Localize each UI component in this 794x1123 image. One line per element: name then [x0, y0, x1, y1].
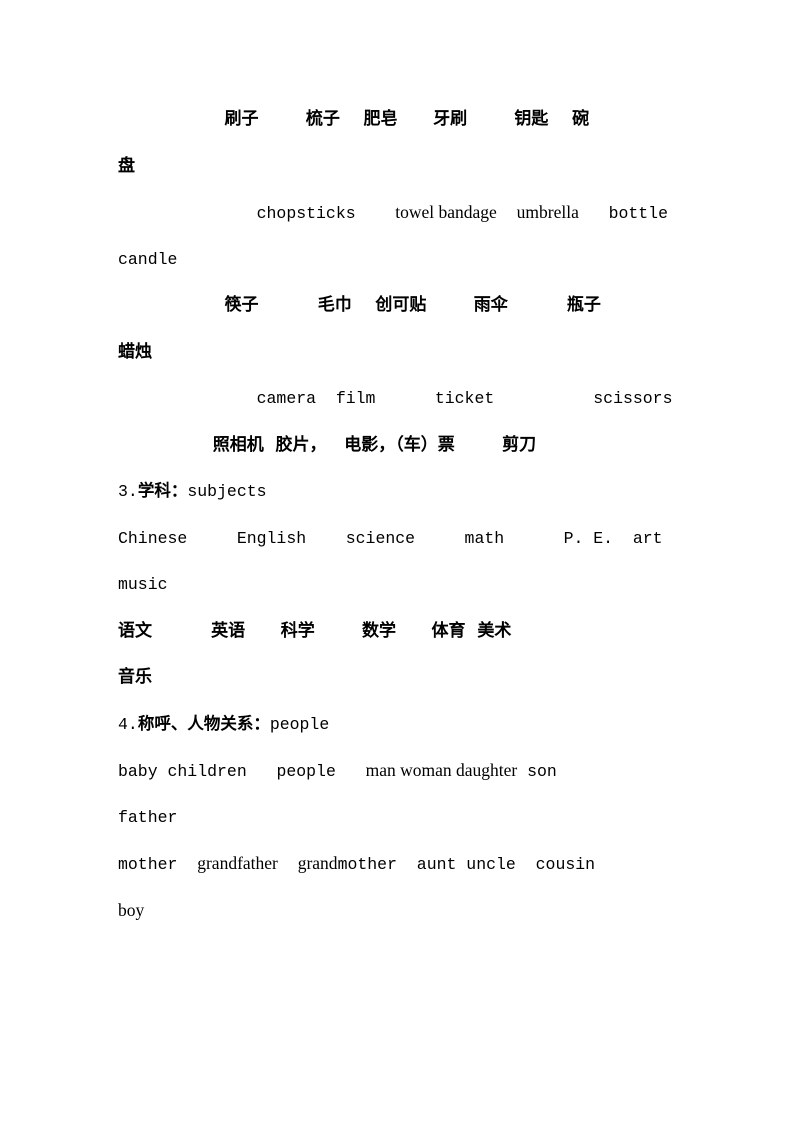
text-line-7: camera film ticket scissors	[118, 375, 678, 422]
document-body: 刷子 梳子 肥皂 牙刷 钥匙 碗 盘 chopsticks towel band…	[118, 96, 678, 933]
line-7-english-terms: camera film ticket scissors	[118, 389, 673, 408]
line-15-gap-2	[336, 762, 366, 781]
line-15-gap-3	[517, 762, 527, 781]
text-line-15: baby children people man woman daughter …	[118, 747, 678, 794]
line-2-chinese-continuation: 盘	[118, 155, 135, 176]
line-8-chinese-terms: 照相机 胶片， 电影，（车）票 剪刀	[118, 434, 537, 455]
word-father: father	[118, 807, 178, 827]
text-line-1: 刷子 梳子 肥皂 牙刷 钥匙 碗	[118, 96, 678, 143]
heading-subjects-english: subjects	[187, 482, 267, 501]
word-music-chinese: 音乐	[118, 667, 152, 687]
heading-people-english: people	[269, 714, 330, 734]
text-line-8: 照相机 胶片， 电影，（车）票 剪刀	[118, 422, 678, 469]
document-page: 刷子 梳子 肥皂 牙刷 钥匙 碗 盘 chopsticks towel band…	[0, 0, 794, 1123]
line-17-gap-3	[397, 855, 417, 874]
word-candle: candle	[118, 249, 178, 269]
line-3-gap-1	[356, 204, 396, 223]
text-line-16: father	[118, 794, 678, 841]
text-line-4: candle	[118, 236, 678, 283]
word-cousin: cousin	[535, 855, 596, 874]
word-boy: boy	[118, 899, 145, 920]
word-music: music	[118, 575, 168, 594]
text-line-10: Chinese English science math P. E. art	[118, 515, 678, 562]
word-grandmother-prefix: grand	[297, 853, 338, 873]
line-15-gap-1	[247, 762, 277, 781]
word-aunt-uncle: aunt uncle	[416, 855, 516, 874]
line-12-subject-terms-chinese: 语文 英语 科学 数学 体育 美术	[118, 620, 512, 641]
word-man-woman-daughter: man woman daughter	[365, 760, 518, 780]
word-people: people	[276, 762, 336, 781]
line-5-chinese-terms: 筷子 毛巾 创可贴 雨伞 瓶子	[118, 295, 601, 315]
line-17-gap-1	[177, 855, 197, 874]
line-3-gap-3	[579, 204, 609, 223]
text-line-3: chopsticks towel bandage umbrella bottle	[118, 189, 678, 236]
heading-subjects: 3.学科：subjects	[118, 468, 678, 515]
line-3-indent	[118, 204, 257, 223]
text-line-2: 盘	[118, 143, 678, 190]
text-line-12: 语文 英语 科学 数学 体育 美术	[118, 608, 678, 655]
text-line-6: 蜡烛	[118, 329, 678, 376]
heading-subjects-chinese: 学科：	[137, 481, 188, 500]
word-umbrella: umbrella	[516, 202, 579, 222]
heading-subjects-number: 3.	[118, 482, 138, 501]
heading-people-number: 4.	[118, 714, 138, 734]
line-3-gap-2	[497, 204, 517, 223]
word-grandfather: grandfather	[197, 853, 278, 873]
word-chopsticks: chopsticks	[256, 204, 356, 223]
word-son: son	[527, 762, 557, 781]
text-line-17: mother grandfather grandmother aunt uncl…	[118, 840, 678, 887]
text-line-5: 筷子 毛巾 创可贴 雨伞 瓶子	[118, 282, 678, 329]
text-line-18: boy	[118, 887, 678, 934]
word-baby-children: baby children	[118, 762, 247, 781]
heading-people-chinese: 称呼、人物关系：	[137, 713, 270, 733]
text-line-13: 音乐	[118, 654, 678, 701]
text-line-11: music	[118, 561, 678, 608]
word-grandmother-suffix: mother	[337, 855, 397, 874]
word-towel-bandage: towel bandage	[395, 202, 497, 222]
line-17-gap-2	[278, 855, 298, 874]
line-6-chinese-continuation: 蜡烛	[118, 341, 152, 362]
line-1-chinese-terms: 刷子 梳子 肥皂 牙刷 钥匙 碗	[118, 109, 590, 129]
word-bottle: bottle	[608, 204, 668, 223]
word-mother: mother	[118, 855, 178, 874]
line-10-subject-terms-english: Chinese English science math P. E. art	[118, 528, 663, 548]
heading-people: 4.称呼、人物关系：people	[118, 701, 678, 748]
line-17-gap-4	[516, 855, 536, 874]
